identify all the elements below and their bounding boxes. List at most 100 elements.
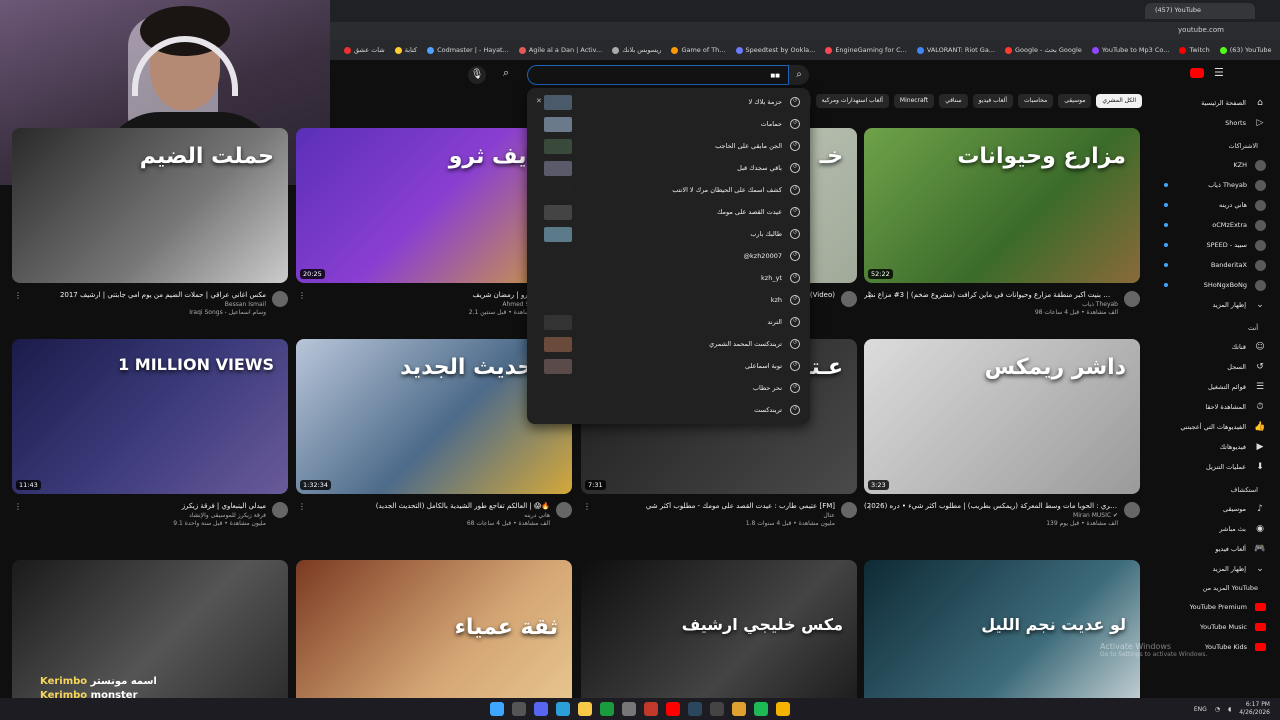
bookmark-item[interactable]: Twitch xyxy=(1179,46,1210,54)
more-options-icon[interactable]: ⋮ xyxy=(14,502,22,511)
close-icon[interactable]: ✕ xyxy=(536,97,542,105)
sidebar-item[interactable]: oCMzExtra xyxy=(1160,215,1272,235)
channel-avatar[interactable] xyxy=(1124,291,1140,307)
video-title[interactable]: مصحية افتتاح مصري : الحوبا مات وسط المعر… xyxy=(864,502,1140,510)
more-options-icon[interactable]: ⋮ xyxy=(14,291,22,300)
channel-name[interactable]: Bessan Ismail xyxy=(12,301,288,308)
channel-avatar[interactable] xyxy=(841,291,857,307)
folder-icon[interactable] xyxy=(578,702,592,716)
search-suggestion[interactable]: ↺ تريندكست المحمد الشمري xyxy=(527,333,810,355)
wifi-icon[interactable]: ◔ xyxy=(1215,706,1220,713)
video-thumbnail[interactable]: لو عديت نجم الليل xyxy=(864,560,1140,715)
filter-chip[interactable]: سناقي xyxy=(939,94,968,108)
sidebar-section-title[interactable]: المزيد من YouTube xyxy=(1160,579,1272,597)
sidebar-item[interactable]: ⌄ إظهار المزيد xyxy=(1160,295,1272,315)
bookmark-item[interactable]: ريسوبس بلانك xyxy=(612,46,661,54)
spotify-icon[interactable] xyxy=(754,702,768,716)
bookmark-item[interactable]: YouTube to Mp3 Co... xyxy=(1091,46,1169,54)
bookmark-item[interactable]: Game of Th... xyxy=(671,46,726,54)
search-suggestion[interactable]: ↺ kzh_yt xyxy=(527,267,810,289)
x-app-icon[interactable] xyxy=(644,702,658,716)
sidebar-item[interactable]: ▷ Shorts xyxy=(1160,113,1272,133)
sidebar-item[interactable]: ⌄ إظهار المزيد xyxy=(1160,559,1272,579)
channel-name[interactable]: فرقة زيكرز للموسيقى والإنشاد xyxy=(12,512,288,519)
filter-chip[interactable]: ألعاب فيديو xyxy=(972,94,1013,108)
youtube-app-icon[interactable] xyxy=(666,702,680,716)
search-suggestion[interactable]: ↺ @kzh20007 xyxy=(527,245,810,267)
search-suggestion[interactable]: ↺ الترند xyxy=(527,311,810,333)
search-button[interactable]: ⌕ xyxy=(789,65,809,85)
search-field[interactable] xyxy=(527,65,789,85)
video-thumbnail[interactable]: مكس خليجي ارشيف xyxy=(581,560,857,715)
filter-chip[interactable]: Minecraft xyxy=(893,94,935,108)
voice-search-icon[interactable]: 🎙 xyxy=(468,66,486,84)
video-title[interactable]: ميدلي الينبعاوي | فرقة زيكرز xyxy=(12,502,288,510)
channel-avatar[interactable] xyxy=(841,502,857,518)
bookmark-item[interactable]: VALORANT: Riot Ga... xyxy=(916,46,995,54)
sidebar-item[interactable]: ↺ السجل xyxy=(1160,357,1272,377)
more-options-icon[interactable]: ⋮ xyxy=(298,502,306,511)
sidebar-item[interactable]: KZH xyxy=(1160,155,1272,175)
video-thumbnail[interactable]: مزارع وحيوانات 52:22 xyxy=(864,128,1140,283)
channel-name[interactable]: عتال xyxy=(581,512,857,519)
sidebar-item[interactable]: ⌂ الصفحة الرئيسية xyxy=(1160,93,1272,113)
sidebar-item[interactable]: ♪ موسيقى xyxy=(1160,499,1272,519)
video-thumbnail[interactable]: داشر ريمكس 3:23 xyxy=(864,339,1140,494)
steam-icon[interactable] xyxy=(688,702,702,716)
search-suggestion[interactable]: ↺ الجن مابقى على الحاجب xyxy=(527,135,810,157)
sidebar-section-title[interactable]: أنت xyxy=(1160,319,1272,337)
xbox-icon[interactable] xyxy=(600,702,614,716)
bookmark-item[interactable]: شات عشق xyxy=(344,46,385,54)
video-title[interactable]: العالكم تفاجع طور الشيدية بالكامل (التحد… xyxy=(296,502,572,510)
browser-tab[interactable]: (457) YouTube xyxy=(1145,3,1255,19)
video-title[interactable]: مزاع نظر ‎#3 | بنيت أكبر منطقة مزارع وحي… xyxy=(864,291,1140,299)
video-thumbnail[interactable]: 1 MILLION VIEWS 11:43 xyxy=(12,339,288,494)
sidebar-item[interactable]: 👍 الفيديوهات التي أعجبتني xyxy=(1160,417,1272,437)
sidebar-item[interactable]: YouTube Premium xyxy=(1160,597,1272,617)
sidebar-item[interactable]: SPEED - سبيد xyxy=(1160,235,1272,255)
bookmark-item[interactable]: Codmaster | - Hayat... xyxy=(427,46,509,54)
more-options-icon[interactable]: ⋮ xyxy=(298,291,306,300)
more-options-icon[interactable]: ⋮ xyxy=(583,502,591,511)
bookmark-item[interactable]: Speedtest by Ookla... xyxy=(735,46,815,54)
channel-avatar[interactable] xyxy=(272,291,288,307)
search-suggestion[interactable]: ↺ نحر حطاب xyxy=(527,377,810,399)
chrome-icon[interactable] xyxy=(776,702,790,716)
search-suggestion[interactable]: ↺ حزمة بلاك لا ✕ xyxy=(527,91,810,113)
search-suggestion[interactable]: ↺ باقي سجدك قبل xyxy=(527,157,810,179)
video-title[interactable]: مكس اغاني عراقي | حملات الضيم من يوم امي… xyxy=(12,291,288,299)
filter-chip[interactable]: موسيقى xyxy=(1058,94,1092,108)
sidebar-item[interactable]: ☺ قناتك xyxy=(1160,337,1272,357)
filter-chip[interactable]: محاسبات xyxy=(1017,94,1054,108)
filter-chip[interactable]: تنمية xyxy=(810,94,811,108)
search-suggestion[interactable]: ↺ حمامات xyxy=(527,113,810,135)
address-bar[interactable]: youtube.com xyxy=(330,22,1280,40)
channel-name[interactable]: هاني درينه xyxy=(296,512,572,519)
sidebar-section-title[interactable]: استكشاف xyxy=(1160,481,1272,499)
sidebar-section-title[interactable]: الاشتراكات xyxy=(1160,137,1272,155)
video-thumbnail[interactable]: ثقة عمياء xyxy=(296,560,572,715)
filter-chip[interactable]: ألعاب استهدارات ومركبة xyxy=(815,94,889,108)
search-suggestion[interactable]: ↺ توبة اسماعلى xyxy=(527,355,810,377)
sidebar-item[interactable]: ▶ فيديوهاتك xyxy=(1160,437,1272,457)
capcut-icon[interactable] xyxy=(710,702,724,716)
sidebar-item[interactable]: YouTube Music xyxy=(1160,617,1272,637)
search-suggestion[interactable]: ↺ كشف اسمك على الحيطان مرك لا الانتب xyxy=(527,179,810,201)
channel-avatar[interactable] xyxy=(1124,502,1140,518)
sidebar-item[interactable]: SHoNgxBoNg xyxy=(1160,275,1272,295)
video-thumbnail[interactable]: حملت الضيم xyxy=(12,128,288,283)
youtube-logo-icon[interactable] xyxy=(1190,67,1204,78)
channel-avatar[interactable] xyxy=(272,502,288,518)
volume-icon[interactable]: ◖ xyxy=(1228,706,1231,713)
bookmark-item[interactable]: EngineGaming for C... xyxy=(825,46,907,54)
clock[interactable]: 6:17 PM 4/26/2026 xyxy=(1239,701,1270,717)
sidebar-item[interactable]: BanderitaX xyxy=(1160,255,1272,275)
app-icon[interactable] xyxy=(732,702,746,716)
settings-icon[interactable] xyxy=(622,702,636,716)
sidebar-item[interactable]: ذياب Theyab xyxy=(1160,175,1272,195)
bookmark-item[interactable]: (63) YouTube xyxy=(1219,46,1272,54)
more-options-icon[interactable]: ⋮ xyxy=(866,291,874,300)
filter-chip[interactable]: الكل المشري xyxy=(1096,94,1142,108)
menu-icon[interactable]: ☰ xyxy=(1214,66,1224,79)
edge-icon[interactable] xyxy=(556,702,570,716)
